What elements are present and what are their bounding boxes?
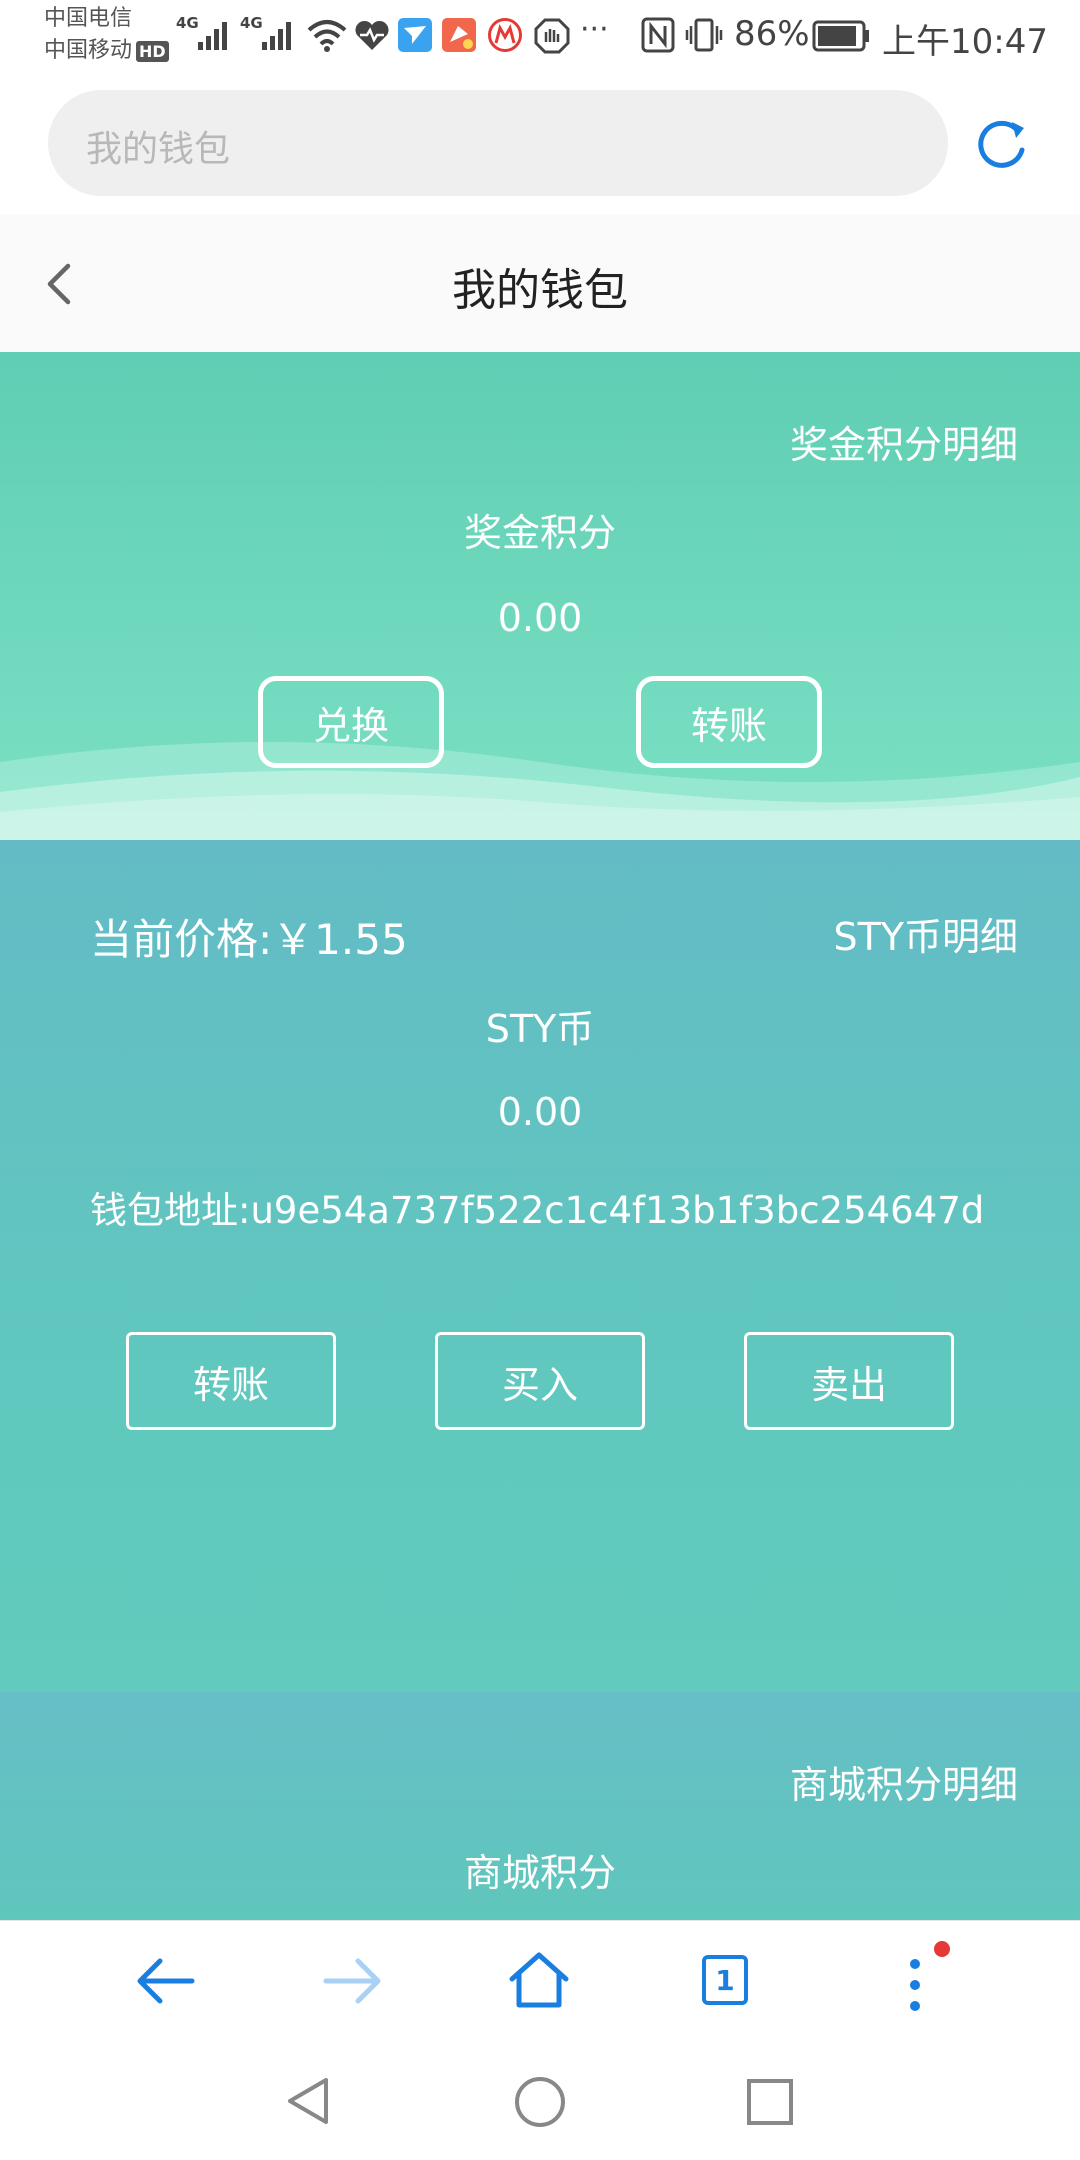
system-nav-bar bbox=[0, 2040, 1080, 2160]
sell-button[interactable]: 卖出 bbox=[744, 1332, 954, 1430]
current-price: 当前价格:￥1.55 bbox=[90, 915, 408, 964]
sty-detail-link[interactable]: STY币明细 bbox=[833, 906, 1018, 961]
sty-value: 0.00 bbox=[497, 1090, 583, 1134]
nfc-icon bbox=[641, 17, 675, 53]
tabs-icon[interactable]: 1 bbox=[702, 1955, 748, 2005]
bonus-value: 0.00 bbox=[497, 596, 583, 640]
mall-points-card: 商城积分明细 商城积分 bbox=[0, 1692, 1080, 1920]
home-icon[interactable] bbox=[506, 1947, 572, 2013]
bonus-detail-link[interactable]: 奖金积分明细 bbox=[790, 414, 1018, 469]
page-header: 我的钱包 bbox=[0, 214, 1080, 352]
vibrate-icon bbox=[685, 18, 723, 52]
clock: 上午10:47 bbox=[882, 22, 1048, 62]
status-bar: 中国电信 中国移动 HD 4G 4G ··· 86% 上午10:47 bbox=[0, 0, 1080, 76]
carrier-2: 中国移动 HD bbox=[44, 36, 169, 67]
address-bar[interactable]: 我的钱包 bbox=[48, 90, 948, 196]
exchange-button[interactable]: 兑换 bbox=[258, 676, 444, 768]
wave-decoration bbox=[0, 742, 1080, 840]
address-bar-text: 我的钱包 bbox=[86, 129, 231, 170]
battery-percent: 86% bbox=[734, 14, 810, 54]
wallet-address: 钱包地址:u9e54a737f522c1c4f13b1f3bc254647d bbox=[90, 1189, 985, 1232]
health-heart-icon bbox=[355, 20, 389, 50]
system-home-icon[interactable] bbox=[512, 2074, 568, 2130]
system-back-icon[interactable] bbox=[282, 2074, 334, 2128]
sty-label: STY币 bbox=[485, 1007, 595, 1051]
mcdonalds-app-icon bbox=[488, 18, 522, 52]
bonus-transfer-button[interactable]: 转账 bbox=[636, 676, 822, 768]
notification-dot bbox=[934, 1941, 950, 1957]
hd-badge: HD bbox=[136, 41, 169, 62]
browser-bottom-nav: 1 bbox=[0, 1920, 1080, 2041]
forward-arrow-icon[interactable] bbox=[320, 1951, 384, 2011]
carrier-2-label: 中国移动 bbox=[44, 38, 133, 63]
battery-icon bbox=[812, 20, 869, 52]
more-notifications-icon: ··· bbox=[580, 12, 609, 47]
back-arrow-icon[interactable] bbox=[134, 1951, 198, 2011]
page-title: 我的钱包 bbox=[452, 265, 628, 316]
buy-button[interactable]: 买入 bbox=[435, 1332, 645, 1430]
sty-coin-card: 当前价格:￥1.55 STY币明细 STY币 0.00 钱包地址:u9e54a7… bbox=[0, 840, 1080, 1692]
hand-stop-icon bbox=[534, 18, 570, 54]
bonus-points-card: 奖金积分明细 奖金积分 0.00 兑换 转账 bbox=[0, 352, 1080, 840]
wifi-icon bbox=[307, 20, 347, 52]
sty-transfer-button[interactable]: 转账 bbox=[126, 1332, 336, 1430]
refresh-icon[interactable] bbox=[972, 116, 1030, 174]
shopping-app-icon bbox=[442, 18, 476, 52]
mall-detail-link[interactable]: 商城积分明细 bbox=[790, 1754, 1018, 1809]
menu-dots-icon[interactable] bbox=[900, 1945, 940, 2025]
messenger-app-icon bbox=[398, 18, 432, 52]
mall-label: 商城积分 bbox=[463, 1851, 616, 1895]
browser-toolbar: 我的钱包 bbox=[0, 76, 1080, 214]
bonus-label: 奖金积分 bbox=[463, 511, 616, 555]
system-recents-icon[interactable] bbox=[744, 2076, 796, 2128]
carrier-1: 中国电信 bbox=[44, 6, 133, 31]
